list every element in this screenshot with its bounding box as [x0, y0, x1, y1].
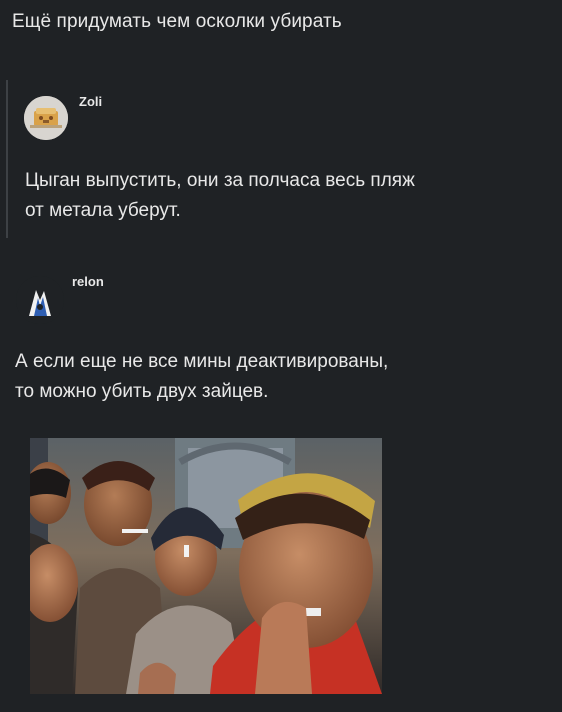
quote-indicator	[6, 80, 8, 238]
relon-avatar[interactable]	[16, 276, 64, 324]
relon-comment-text: А если еще не все мины деактивированы, т…	[15, 351, 389, 402]
relon-avatar-image	[16, 276, 64, 324]
attachment-photo[interactable]	[30, 438, 382, 694]
relon-username[interactable]: relon	[72, 274, 104, 290]
zoli-avatar-image	[24, 96, 68, 140]
zoli-avatar[interactable]	[24, 96, 68, 140]
post-text: Ещё придумать чем осколки убирать	[12, 11, 342, 32]
zoli-username[interactable]: Zoli	[79, 94, 102, 110]
group-photo-illustration	[30, 438, 382, 694]
zoli-comment-text: Цыган выпустить, они за полчаса весь пля…	[25, 170, 415, 221]
